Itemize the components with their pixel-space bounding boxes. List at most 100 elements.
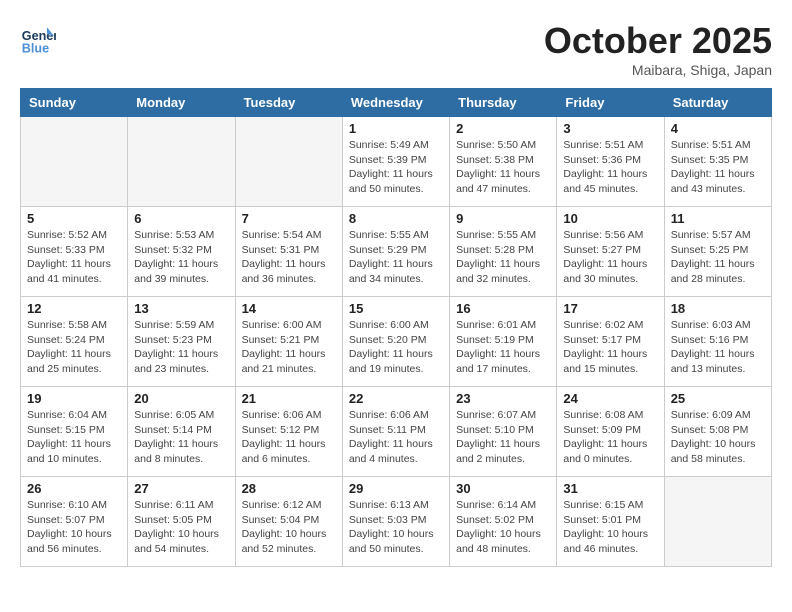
day-number: 30 [456, 481, 550, 496]
day-number: 31 [563, 481, 657, 496]
day-info: Sunrise: 6:05 AMSunset: 5:14 PMDaylight:… [134, 408, 228, 467]
day-number: 9 [456, 211, 550, 226]
calendar-cell: 11 Sunrise: 5:57 AMSunset: 5:25 PMDayligh… [664, 207, 771, 297]
day-info: Sunrise: 6:06 AMSunset: 5:12 PMDaylight:… [242, 408, 336, 467]
day-info: Sunrise: 6:04 AMSunset: 5:15 PMDaylight:… [27, 408, 121, 467]
day-number: 1 [349, 121, 443, 136]
day-number: 11 [671, 211, 765, 226]
weekday-header-row: SundayMondayTuesdayWednesdayThursdayFrid… [21, 89, 772, 117]
calendar-cell: 7 Sunrise: 5:54 AMSunset: 5:31 PMDaylight… [235, 207, 342, 297]
day-info: Sunrise: 6:12 AMSunset: 5:04 PMDaylight:… [242, 498, 336, 557]
day-number: 19 [27, 391, 121, 406]
day-number: 24 [563, 391, 657, 406]
weekday-saturday: Saturday [664, 89, 771, 117]
day-info: Sunrise: 5:55 AMSunset: 5:29 PMDaylight:… [349, 228, 443, 287]
day-number: 22 [349, 391, 443, 406]
day-number: 25 [671, 391, 765, 406]
calendar-cell: 26 Sunrise: 6:10 AMSunset: 5:07 PMDayligh… [21, 477, 128, 567]
day-info: Sunrise: 5:57 AMSunset: 5:25 PMDaylight:… [671, 228, 765, 287]
calendar-cell: 18 Sunrise: 6:03 AMSunset: 5:16 PMDayligh… [664, 297, 771, 387]
calendar-body: 1 Sunrise: 5:49 AMSunset: 5:39 PMDaylight… [21, 117, 772, 567]
calendar-cell: 4Sunrise: 5:51 AMSunset: 5:35 PMDaylight… [664, 117, 771, 207]
calendar-cell: 10 Sunrise: 5:56 AMSunset: 5:27 PMDayligh… [557, 207, 664, 297]
day-number: 23 [456, 391, 550, 406]
day-info: Sunrise: 6:10 AMSunset: 5:07 PMDaylight:… [27, 498, 121, 557]
day-number: 27 [134, 481, 228, 496]
day-info: Sunrise: 6:11 AMSunset: 5:05 PMDaylight:… [134, 498, 228, 557]
calendar-cell: 28Sunrise: 6:12 AMSunset: 5:04 PMDayligh… [235, 477, 342, 567]
calendar-week-2: 5 Sunrise: 5:52 AMSunset: 5:33 PMDaylight… [21, 207, 772, 297]
day-info: Sunrise: 6:06 AMSunset: 5:11 PMDaylight:… [349, 408, 443, 467]
day-info: Sunrise: 6:08 AMSunset: 5:09 PMDaylight:… [563, 408, 657, 467]
logo-icon: General Blue [20, 20, 56, 56]
calendar-cell: 16 Sunrise: 6:01 AMSunset: 5:19 PMDayligh… [450, 297, 557, 387]
day-number: 6 [134, 211, 228, 226]
calendar-cell: 23Sunrise: 6:07 AMSunset: 5:10 PMDayligh… [450, 387, 557, 477]
calendar-cell: 27 Sunrise: 6:11 AMSunset: 5:05 PMDayligh… [128, 477, 235, 567]
calendar-cell: 30 Sunrise: 6:14 AMSunset: 5:02 PMDayligh… [450, 477, 557, 567]
calendar-cell: 25Sunrise: 6:09 AMSunset: 5:08 PMDayligh… [664, 387, 771, 477]
calendar-cell: 8 Sunrise: 5:55 AMSunset: 5:29 PMDaylight… [342, 207, 449, 297]
weekday-wednesday: Wednesday [342, 89, 449, 117]
calendar-cell: 19 Sunrise: 6:04 AMSunset: 5:15 PMDayligh… [21, 387, 128, 477]
calendar-cell [128, 117, 235, 207]
calendar-cell: 6 Sunrise: 5:53 AMSunset: 5:32 PMDaylight… [128, 207, 235, 297]
day-info: Sunrise: 5:49 AMSunset: 5:39 PMDaylight:… [349, 138, 443, 197]
day-info: Sunrise: 5:51 AMSunset: 5:36 PMDaylight:… [563, 138, 657, 197]
day-number: 29 [349, 481, 443, 496]
day-number: 26 [27, 481, 121, 496]
day-info: Sunrise: 6:02 AMSunset: 5:17 PMDaylight:… [563, 318, 657, 377]
day-number: 7 [242, 211, 336, 226]
day-number: 13 [134, 301, 228, 316]
calendar-cell [664, 477, 771, 567]
calendar-cell: 22 Sunrise: 6:06 AMSunset: 5:11 PMDayligh… [342, 387, 449, 477]
calendar-cell: 24 Sunrise: 6:08 AMSunset: 5:09 PMDayligh… [557, 387, 664, 477]
day-number: 8 [349, 211, 443, 226]
day-info: Sunrise: 5:50 AMSunset: 5:38 PMDaylight:… [456, 138, 550, 197]
day-info: Sunrise: 6:00 AMSunset: 5:20 PMDaylight:… [349, 318, 443, 377]
page-header: General Blue October 2025 Maibara, Shiga… [20, 20, 772, 78]
day-info: Sunrise: 6:14 AMSunset: 5:02 PMDaylight:… [456, 498, 550, 557]
day-info: Sunrise: 5:52 AMSunset: 5:33 PMDaylight:… [27, 228, 121, 287]
day-info: Sunrise: 5:59 AMSunset: 5:23 PMDaylight:… [134, 318, 228, 377]
day-info: Sunrise: 5:53 AMSunset: 5:32 PMDaylight:… [134, 228, 228, 287]
day-number: 21 [242, 391, 336, 406]
day-number: 3 [563, 121, 657, 136]
day-info: Sunrise: 6:15 AMSunset: 5:01 PMDaylight:… [563, 498, 657, 557]
calendar-cell: 17Sunrise: 6:02 AMSunset: 5:17 PMDayligh… [557, 297, 664, 387]
calendar-cell: 9Sunrise: 5:55 AMSunset: 5:28 PMDaylight… [450, 207, 557, 297]
day-number: 15 [349, 301, 443, 316]
calendar-cell: 21 Sunrise: 6:06 AMSunset: 5:12 PMDayligh… [235, 387, 342, 477]
calendar-cell: 14Sunrise: 6:00 AMSunset: 5:21 PMDayligh… [235, 297, 342, 387]
day-number: 10 [563, 211, 657, 226]
day-number: 5 [27, 211, 121, 226]
calendar-cell: 12Sunrise: 5:58 AMSunset: 5:24 PMDayligh… [21, 297, 128, 387]
calendar-cell: 29Sunrise: 6:13 AMSunset: 5:03 PMDayligh… [342, 477, 449, 567]
day-info: Sunrise: 5:54 AMSunset: 5:31 PMDaylight:… [242, 228, 336, 287]
svg-text:Blue: Blue [22, 41, 49, 55]
weekday-sunday: Sunday [21, 89, 128, 117]
location: Maibara, Shiga, Japan [544, 62, 772, 78]
calendar-week-1: 1 Sunrise: 5:49 AMSunset: 5:39 PMDaylight… [21, 117, 772, 207]
calendar-cell: 1 Sunrise: 5:49 AMSunset: 5:39 PMDaylight… [342, 117, 449, 207]
day-number: 16 [456, 301, 550, 316]
calendar-cell: 5 Sunrise: 5:52 AMSunset: 5:33 PMDaylight… [21, 207, 128, 297]
day-info: Sunrise: 5:51 AMSunset: 5:35 PMDaylight:… [671, 138, 765, 197]
calendar-cell: 3 Sunrise: 5:51 AMSunset: 5:36 PMDaylight… [557, 117, 664, 207]
day-number: 2 [456, 121, 550, 136]
weekday-tuesday: Tuesday [235, 89, 342, 117]
calendar-cell: 13 Sunrise: 5:59 AMSunset: 5:23 PMDayligh… [128, 297, 235, 387]
title-area: October 2025 Maibara, Shiga, Japan [544, 20, 772, 78]
calendar-table: SundayMondayTuesdayWednesdayThursdayFrid… [20, 88, 772, 567]
day-number: 14 [242, 301, 336, 316]
calendar-cell: 2 Sunrise: 5:50 AMSunset: 5:38 PMDaylight… [450, 117, 557, 207]
weekday-thursday: Thursday [450, 89, 557, 117]
calendar-cell: 20 Sunrise: 6:05 AMSunset: 5:14 PMDayligh… [128, 387, 235, 477]
calendar-cell: 15 Sunrise: 6:00 AMSunset: 5:20 PMDayligh… [342, 297, 449, 387]
calendar-cell: 31 Sunrise: 6:15 AMSunset: 5:01 PMDayligh… [557, 477, 664, 567]
day-number: 18 [671, 301, 765, 316]
day-info: Sunrise: 5:56 AMSunset: 5:27 PMDaylight:… [563, 228, 657, 287]
day-number: 20 [134, 391, 228, 406]
day-info: Sunrise: 6:01 AMSunset: 5:19 PMDaylight:… [456, 318, 550, 377]
day-info: Sunrise: 6:03 AMSunset: 5:16 PMDaylight:… [671, 318, 765, 377]
